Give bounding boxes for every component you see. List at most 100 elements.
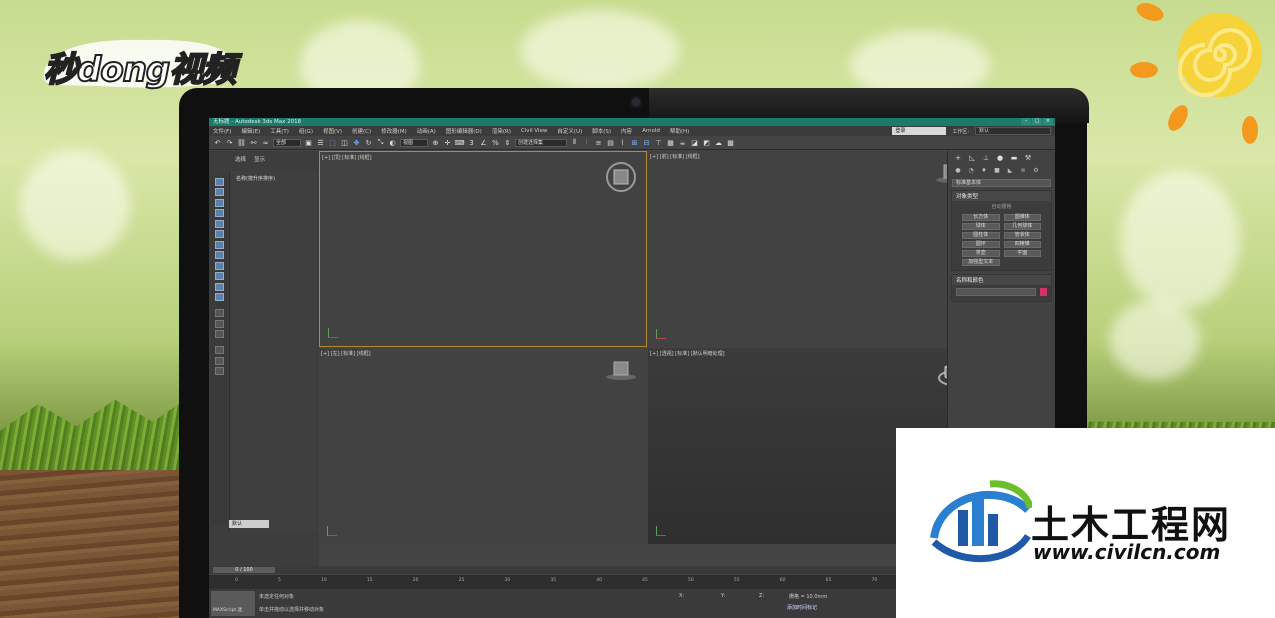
select-object-icon[interactable]: ▣ xyxy=(304,138,313,147)
menu-file[interactable]: 文件(F) xyxy=(213,127,231,135)
pyramid-button[interactable]: 四棱锥 xyxy=(1003,241,1041,248)
add-time-tag[interactable]: 添加时间标记 xyxy=(787,604,817,611)
spinner-snap-icon[interactable]: ⇕ xyxy=(503,138,512,147)
display-cameras-icon[interactable] xyxy=(214,209,224,217)
plane-button[interactable]: 平面 xyxy=(1003,250,1041,257)
display-lights-icon[interactable] xyxy=(214,198,224,207)
motion-tab-icon[interactable]: ● xyxy=(996,154,1004,162)
textplus-button[interactable]: 加强型文本 xyxy=(962,259,1000,266)
viewport-label[interactable]: [+] [顶] [标准] [线框] xyxy=(322,154,372,161)
viewport-label[interactable]: [+] [左] [标准] [线框] xyxy=(321,350,371,357)
viewport-label[interactable]: [+] [前] [标准] [线框] xyxy=(650,153,700,160)
menu-scripting[interactable]: 脚本(S) xyxy=(592,127,611,135)
align-icon[interactable]: ⫶ xyxy=(582,138,591,147)
viewport-front[interactable]: [+] [前] [标准] [线框] xyxy=(648,151,977,347)
object-name-field[interactable] xyxy=(956,288,1036,296)
rollout-title[interactable]: 对象类型 xyxy=(952,191,1051,201)
display-bones-icon[interactable] xyxy=(214,261,224,270)
selection-filter-dropdown[interactable]: 全部 xyxy=(273,138,301,147)
move-icon[interactable]: ✥ xyxy=(352,138,361,147)
menu-animation[interactable]: 动画(A) xyxy=(417,127,436,135)
box-button[interactable]: 长方体 xyxy=(962,214,1000,221)
workspace-dropdown[interactable]: 默认 xyxy=(975,127,1051,135)
filter-icon[interactable] xyxy=(214,346,224,354)
snap-3-icon[interactable]: 3 xyxy=(467,138,476,147)
placement-icon[interactable]: ◐ xyxy=(388,138,397,147)
scale-icon[interactable]: ⤡ xyxy=(376,138,385,147)
geosphere-button[interactable]: 几何球体 xyxy=(1003,223,1041,230)
link-icon[interactable]: ⛓ xyxy=(237,138,246,147)
display-shapes-icon[interactable] xyxy=(214,188,224,196)
sphere-button[interactable]: 球体 xyxy=(962,223,1000,230)
display-tab-icon[interactable]: ▬ xyxy=(1010,154,1018,162)
time-slider-thumb[interactable]: 0 / 100 xyxy=(213,567,275,573)
render-setup-icon[interactable]: ⊤ xyxy=(654,138,663,147)
viewcube-icon[interactable] xyxy=(604,160,638,194)
menu-civil-view[interactable]: Civil View xyxy=(521,128,547,134)
autogrid-checkbox[interactable]: 自动栅格 xyxy=(952,203,1051,210)
menu-customize[interactable]: 自定义(U) xyxy=(557,127,582,135)
render-iterative-icon[interactable]: ◪ xyxy=(690,138,699,147)
scene-list[interactable]: 名称(按升序排序) xyxy=(229,171,317,531)
display-geometry-icon[interactable] xyxy=(214,177,224,186)
category-dropdown[interactable]: 标准基本体 xyxy=(952,179,1051,187)
display-hidden-icon[interactable] xyxy=(214,293,224,301)
create-tab-icon[interactable]: + xyxy=(954,154,962,162)
display-xrefs-icon[interactable] xyxy=(214,251,224,259)
percent-snap-icon[interactable]: % xyxy=(491,138,500,147)
options-icon[interactable] xyxy=(214,367,224,375)
menu-graph-editors[interactable]: 图形编辑器(D) xyxy=(446,127,482,135)
menu-arnold[interactable]: Arnold xyxy=(642,128,660,134)
menu-views[interactable]: 视图(V) xyxy=(323,127,342,135)
display-spacewarps-icon[interactable] xyxy=(214,230,224,238)
display-containers-icon[interactable] xyxy=(214,272,224,280)
torus-button[interactable]: 圆环 xyxy=(962,241,1000,248)
layer-explorer-icon[interactable]: ≡ xyxy=(594,138,603,147)
minimize-button[interactable]: – xyxy=(1021,118,1031,125)
modify-tab-icon[interactable]: ◺ xyxy=(968,154,976,162)
select-by-name-icon[interactable]: ☰ xyxy=(316,138,325,147)
teapot-button[interactable]: 茶壶 xyxy=(962,250,1000,257)
rendered-frame-icon[interactable]: ▦ xyxy=(666,138,675,147)
cameras-icon[interactable]: ■ xyxy=(993,167,1001,175)
cylinder-button[interactable]: 圆柱体 xyxy=(962,232,1000,239)
mirror-icon[interactable]: ⫴ xyxy=(570,138,579,147)
geometry-icon[interactable]: ● xyxy=(954,167,962,175)
unlink-icon[interactable]: ⚯ xyxy=(249,138,258,147)
hierarchy-tab-icon[interactable]: ⊥ xyxy=(982,154,990,162)
named-selection-dropdown[interactable]: 创建选择集 xyxy=(515,138,567,147)
reference-coordinate-dropdown[interactable]: 视图 xyxy=(400,138,428,147)
maximize-button[interactable]: □ xyxy=(1032,118,1042,125)
login-dropdown[interactable]: 登录 xyxy=(892,127,947,135)
viewcube-icon[interactable] xyxy=(605,358,637,382)
menu-rendering[interactable]: 渲染(R) xyxy=(492,127,511,135)
viewport-label[interactable]: [+] [透视] [标准] [默认明暗处理] xyxy=(650,350,725,357)
select-all-icon[interactable] xyxy=(214,319,224,328)
a360-render-icon[interactable]: ☁ xyxy=(714,138,723,147)
select-none-icon[interactable] xyxy=(214,330,224,338)
bind-space-warp-icon[interactable]: ≈ xyxy=(261,138,270,147)
redo-icon[interactable]: ↷ xyxy=(225,138,234,147)
menu-edit[interactable]: 编辑(E) xyxy=(241,127,260,135)
shapes-icon[interactable]: ◔ xyxy=(967,167,975,175)
menu-content[interactable]: 内容 xyxy=(621,127,632,135)
tab-display[interactable]: 显示 xyxy=(254,155,265,163)
menu-tools[interactable]: 工具(T) xyxy=(270,127,289,135)
schematic-view-icon[interactable]: ⊞ xyxy=(630,138,639,147)
close-button[interactable]: × xyxy=(1043,118,1053,125)
region-select-icon[interactable]: ⬚ xyxy=(328,138,337,147)
tab-select[interactable]: 选择 xyxy=(235,155,246,163)
angle-snap-icon[interactable]: ∠ xyxy=(479,138,488,147)
helpers-icon[interactable]: ◣ xyxy=(1006,167,1014,175)
menu-create[interactable]: 创建(C) xyxy=(352,127,371,135)
select-manipulate-icon[interactable]: ✛ xyxy=(443,138,452,147)
display-groups-icon[interactable] xyxy=(214,240,224,249)
lights-icon[interactable]: ♦ xyxy=(980,167,988,175)
menu-help[interactable]: 帮助(H) xyxy=(670,127,689,135)
material-editor-icon[interactable]: ⊟ xyxy=(642,138,651,147)
cone-button[interactable]: 圆锥体 xyxy=(1003,214,1041,221)
sort-header[interactable]: 名称(按升序排序) xyxy=(230,171,317,186)
rollout-title[interactable]: 名称和颜色 xyxy=(952,275,1051,285)
maxscript-listener[interactable]: MAXScript 迷 xyxy=(211,591,255,616)
utilities-tab-icon[interactable]: ⚒ xyxy=(1024,154,1032,162)
